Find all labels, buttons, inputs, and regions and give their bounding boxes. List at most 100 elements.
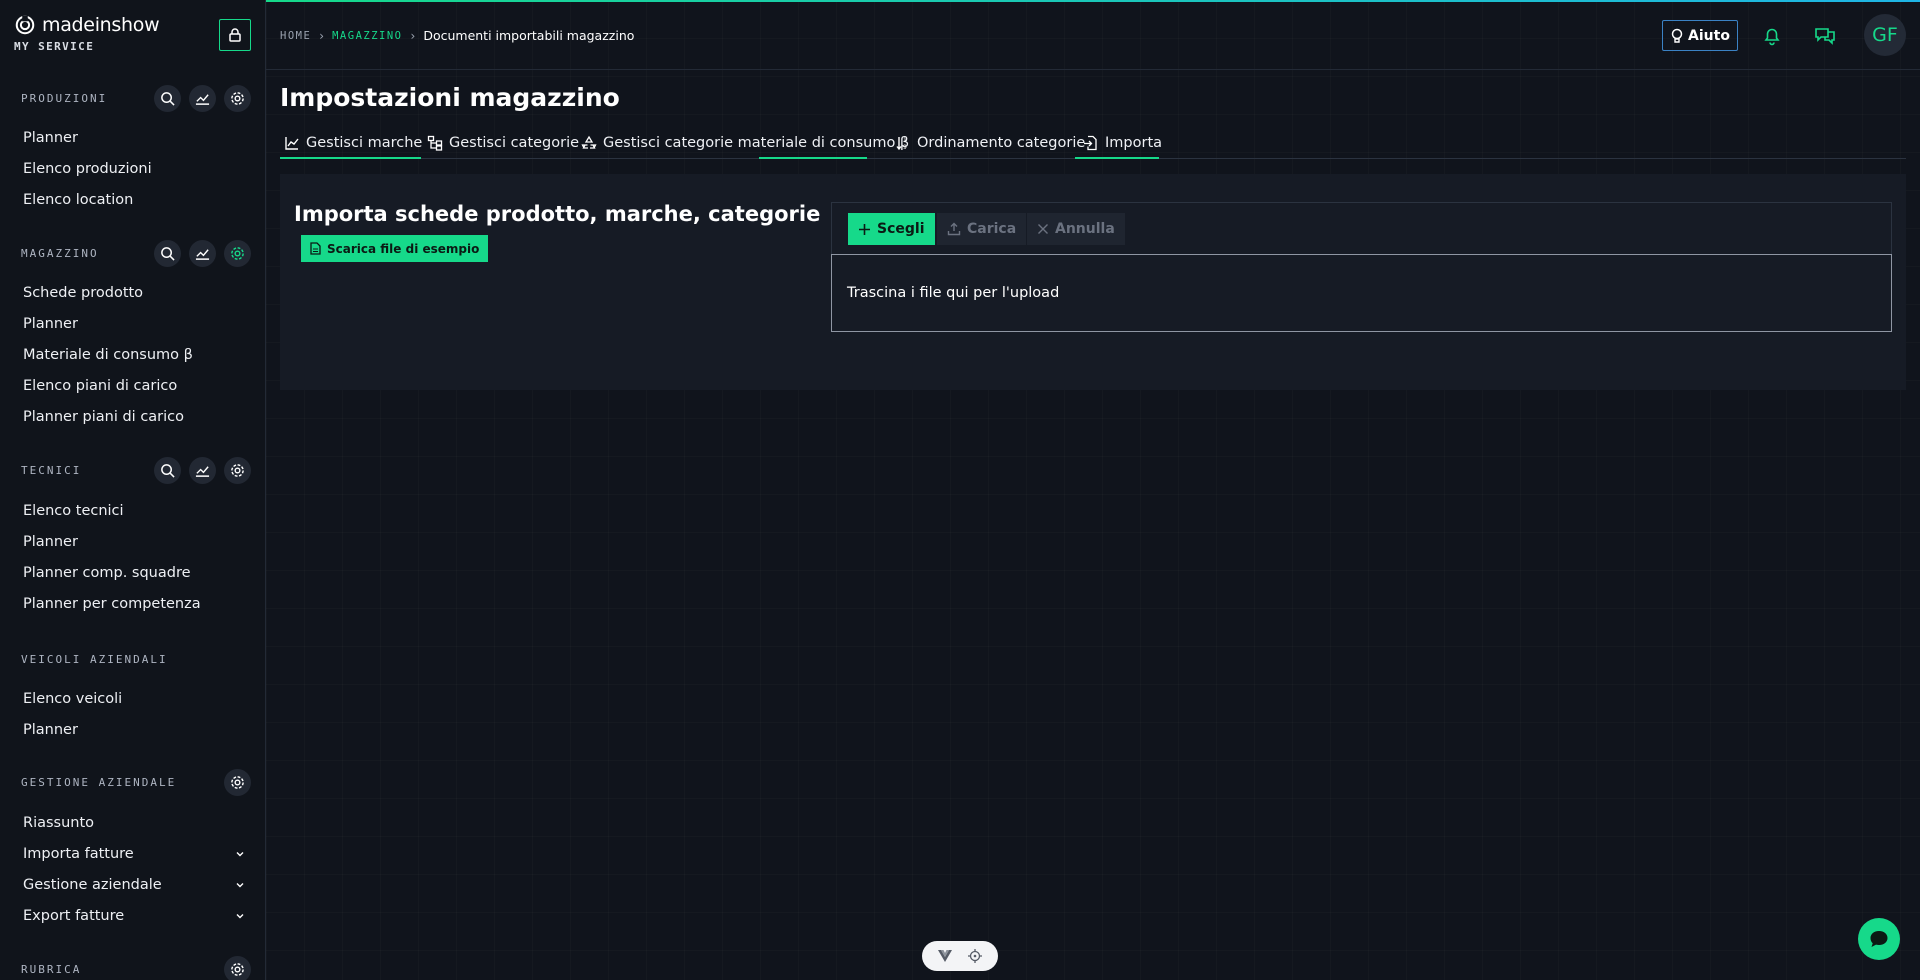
lightbulb-icon — [1671, 28, 1683, 43]
search-button[interactable] — [154, 85, 181, 112]
search-button[interactable] — [154, 240, 181, 267]
brand-subtitle: MY SERVICE — [14, 40, 95, 53]
settings-button[interactable] — [224, 85, 251, 112]
hierarchy-icon — [427, 135, 443, 151]
chevron-down-icon — [236, 914, 244, 919]
tab-gestisci-categorie[interactable]: Gestisci categorie — [423, 126, 583, 159]
sidebar-item-elenco-produzioni[interactable]: Elenco produzioni — [23, 161, 245, 177]
gear-icon — [231, 92, 244, 105]
lock-icon — [229, 28, 241, 42]
tab-underline — [280, 157, 421, 159]
close-icon — [1038, 224, 1048, 234]
tab-ordinamento-categorie[interactable]: 19 Ordinamento categorie — [891, 126, 1089, 159]
sidebar-item-schede-prodotto[interactable]: Schede prodotto — [23, 285, 245, 301]
upload-button[interactable]: Carica — [937, 213, 1027, 245]
brand-name: madeinshow — [42, 14, 160, 36]
settings-button[interactable] — [224, 457, 251, 484]
sidebar-item-planner[interactable]: Planner — [23, 722, 245, 738]
tab-underline-active — [1075, 157, 1159, 159]
sidebar-item-export-fatture[interactable]: Export fatture — [23, 908, 245, 924]
chat-button[interactable] — [1858, 918, 1900, 960]
settings-button[interactable] — [224, 956, 251, 980]
stats-button[interactable] — [189, 457, 216, 484]
brand-logo-icon — [15, 15, 35, 35]
sort-icon: 19 — [896, 136, 907, 151]
download-sample-button[interactable]: Scarica file di esempio — [301, 235, 489, 262]
chat-bubble-icon — [1870, 931, 1888, 947]
section-produzioni: PRODUZIONI — [21, 85, 251, 112]
section-veicoli: VEICOLI AZIENDALI — [21, 653, 251, 666]
stats-button[interactable] — [189, 240, 216, 267]
section-tecnici: TECNICI — [21, 457, 251, 484]
import-title: Importa schede prodotto, marche, categor… — [294, 202, 821, 226]
brand[interactable]: madeinshow MY SERVICE — [14, 14, 160, 53]
upload-icon — [947, 222, 961, 236]
file-icon — [310, 242, 321, 255]
sidebar-item-gestione-aziendale[interactable]: Gestione aziendale — [23, 877, 245, 893]
chart-icon — [195, 94, 210, 105]
bell-icon[interactable] — [1760, 23, 1784, 47]
tab-importa[interactable]: Importa — [1079, 126, 1166, 159]
breadcrumb-section[interactable]: MAGAZZINO — [332, 30, 402, 42]
file-import-icon — [1084, 135, 1097, 150]
section-title: GESTIONE AZIENDALE — [21, 776, 177, 789]
avatar[interactable]: GF — [1864, 14, 1906, 56]
sidebar-item-planner-piani-carico[interactable]: Planner piani di carico — [23, 409, 245, 425]
settings-button-active[interactable] — [224, 240, 251, 267]
target-icon[interactable] — [968, 949, 982, 963]
breadcrumb-home[interactable]: HOME — [280, 30, 311, 42]
chart-icon — [285, 136, 299, 150]
sidebar-item-elenco-location[interactable]: Elenco location — [23, 192, 245, 208]
section-rubrica: RUBRICA — [21, 956, 251, 980]
section-gestione-aziendale: GESTIONE AZIENDALE — [21, 769, 251, 796]
section-magazzino: MAGAZZINO — [21, 240, 251, 267]
section-title: MAGAZZINO — [21, 247, 99, 260]
cancel-button[interactable]: Annulla — [1027, 213, 1125, 245]
recycle-icon — [581, 135, 597, 149]
gear-icon — [231, 247, 244, 260]
sidebar-item-planner[interactable]: Planner — [23, 130, 245, 146]
svg-text:1: 1 — [903, 137, 907, 144]
vue-logo-icon[interactable] — [938, 950, 952, 962]
search-icon — [161, 247, 175, 261]
sidebar-item-planner[interactable]: Planner — [23, 316, 245, 332]
upload-toolbar: Scegli Carica Annulla — [831, 202, 1892, 254]
settings-button[interactable] — [224, 769, 251, 796]
sidebar-item-planner-competenza[interactable]: Planner per competenza — [23, 596, 245, 612]
stats-button[interactable] — [189, 85, 216, 112]
chart-icon — [195, 466, 210, 477]
drop-zone-text: Trascina i file qui per l'upload — [847, 285, 1060, 301]
svg-text:9: 9 — [903, 144, 907, 151]
tab-gestisci-categorie-materiale[interactable]: Gestisci categorie materiale di consumo … — [577, 126, 913, 159]
sidebar-item-elenco-veicoli[interactable]: Elenco veicoli — [23, 691, 245, 707]
tab-underline — [759, 157, 867, 159]
sidebar-item-elenco-piani-carico[interactable]: Elenco piani di carico — [23, 378, 245, 394]
messages-icon[interactable] — [1813, 23, 1837, 47]
sidebar-item-materiale-consumo[interactable]: Materiale di consumo β — [23, 347, 245, 363]
drop-zone[interactable]: Trascina i file qui per l'upload — [831, 254, 1892, 332]
search-icon — [161, 464, 175, 478]
sidebar-item-riassunto[interactable]: Riassunto — [23, 815, 245, 831]
file-upload: Scegli Carica Annulla Trascina i file qu… — [831, 202, 1892, 332]
tab-gestisci-marche[interactable]: Gestisci marche — [280, 126, 426, 159]
search-icon — [161, 92, 175, 106]
chevron-down-icon — [236, 883, 244, 888]
chart-icon — [195, 249, 210, 260]
sidebar-item-importa-fatture[interactable]: Importa fatture — [23, 846, 245, 862]
sidebar-item-elenco-tecnici[interactable]: Elenco tecnici — [23, 503, 245, 519]
search-button[interactable] — [154, 457, 181, 484]
breadcrumb-separator: › — [319, 28, 325, 43]
sidebar-item-planner-comp-squadre[interactable]: Planner comp. squadre — [23, 565, 245, 581]
gear-icon — [231, 776, 244, 789]
breadcrumb-current: Documenti importabili magazzino — [423, 28, 635, 43]
choose-button[interactable]: Scegli — [848, 213, 935, 245]
help-label: Aiuto — [1688, 27, 1730, 44]
breadcrumb-separator: › — [410, 28, 416, 43]
help-button[interactable]: Aiuto — [1662, 20, 1738, 51]
breadcrumb: HOME › MAGAZZINO › Documenti importabili… — [280, 28, 634, 43]
top-header: HOME › MAGAZZINO › Documenti importabili… — [266, 2, 1920, 70]
sidebar-item-planner[interactable]: Planner — [23, 534, 245, 550]
lock-button[interactable] — [219, 19, 251, 51]
plus-icon — [859, 223, 870, 235]
gear-icon — [231, 963, 244, 976]
